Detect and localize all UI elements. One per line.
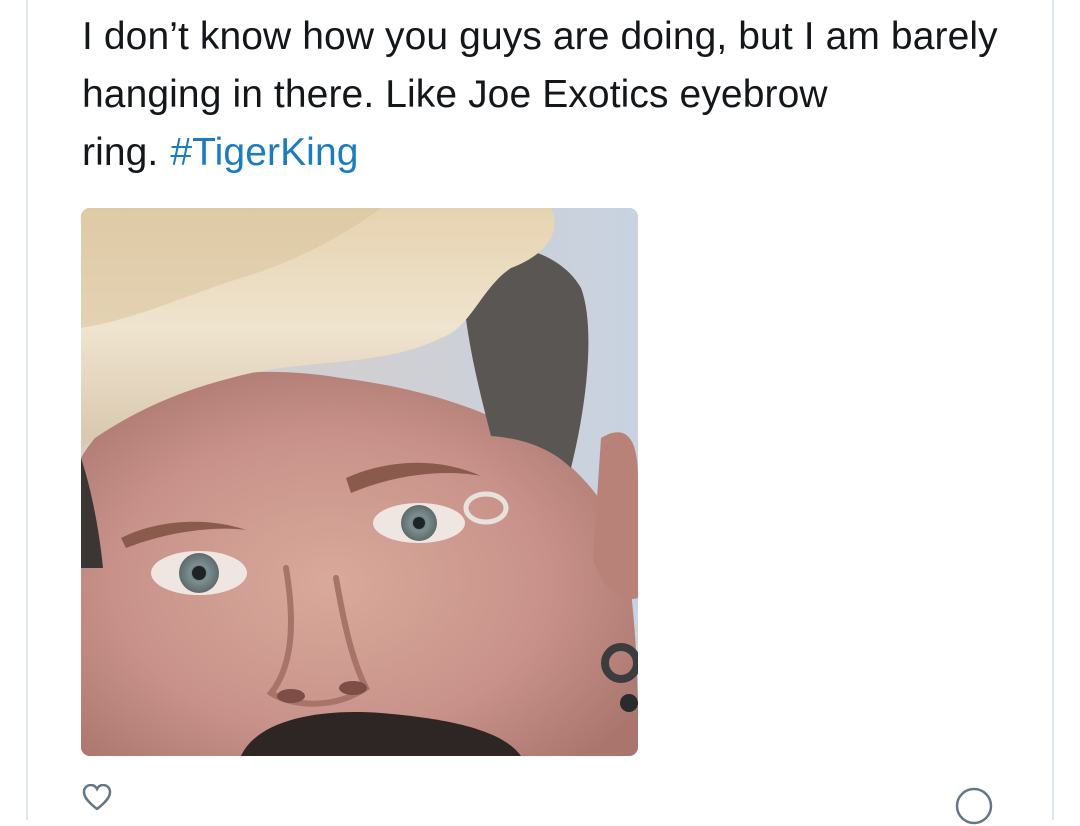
tweet-photo[interactable] <box>81 208 638 756</box>
tweet-text: I don’t know how you guys are doing, but… <box>82 8 1022 182</box>
hashtag-link[interactable]: #TigerKing <box>170 131 358 174</box>
info-icon[interactable] <box>954 786 994 826</box>
portrait-image <box>81 208 638 756</box>
tweet-footer <box>82 784 1042 825</box>
heart-icon[interactable] <box>82 784 112 810</box>
